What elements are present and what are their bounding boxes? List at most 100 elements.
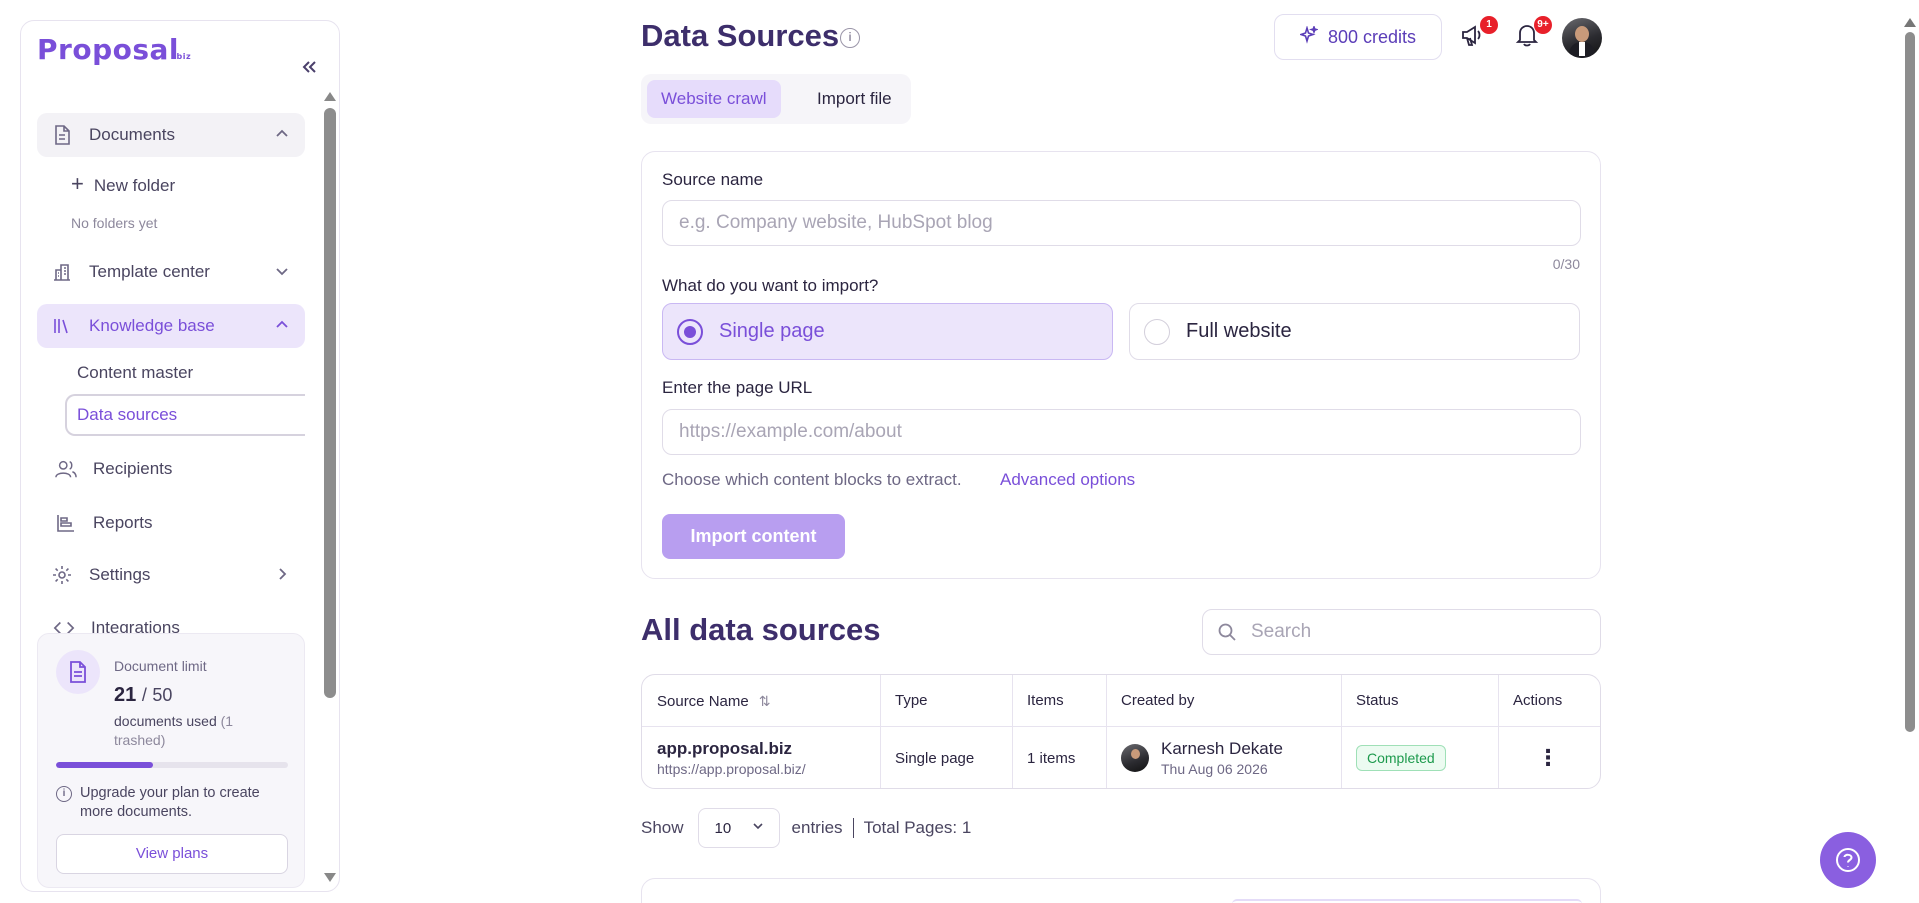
source-name-label: Source name xyxy=(662,170,764,189)
info-icon[interactable]: i xyxy=(840,28,860,48)
radio-selected-icon xyxy=(677,318,703,345)
source-type-tabs: Website crawl Import file xyxy=(641,74,911,124)
creator-name: Karnesh Dekate xyxy=(1161,739,1283,758)
logo[interactable]: Proposal.biz xyxy=(37,33,191,66)
scroll-down-arrow[interactable] xyxy=(324,873,336,882)
source-name-input[interactable]: e.g. Company website, HubSpot blog xyxy=(662,200,1581,246)
help-button[interactable] xyxy=(1820,832,1876,888)
avatar xyxy=(1121,744,1149,772)
document-limit-progress xyxy=(56,762,288,768)
chevron-up-icon xyxy=(273,316,291,334)
no-folders-text: No folders yet xyxy=(71,215,158,231)
avatar-face xyxy=(1575,26,1589,42)
page-url-input[interactable]: https://example.com/about xyxy=(662,409,1581,455)
sidebar-item-documents[interactable]: Documents xyxy=(37,113,305,157)
search-icon xyxy=(1217,622,1237,642)
cell-type: Single page xyxy=(895,749,975,767)
document-limit-title: Document limit xyxy=(114,658,207,674)
sidebar-item-reports[interactable]: Reports xyxy=(37,501,305,545)
sidebar-item-knowledge-base[interactable]: Knowledge base xyxy=(37,304,305,348)
view-plans-button[interactable]: View plans xyxy=(56,834,288,874)
chevron-down-icon xyxy=(273,262,291,280)
document-limit-card: Document limit 21 / 50 documents used (1… xyxy=(37,633,305,888)
data-sources-table: Source Name ⇅ Type Items Created by Statu… xyxy=(641,674,1601,789)
sidebar-item-label: Data sources xyxy=(77,405,178,424)
sidebar-item-label: Recipients xyxy=(93,459,173,478)
cell-items: 1 items xyxy=(1027,749,1076,767)
documents-used-count: 21 xyxy=(114,684,137,706)
column-header-actions: Actions xyxy=(1513,692,1563,709)
credits-button[interactable]: 800 credits xyxy=(1274,14,1442,60)
search-input[interactable]: Search xyxy=(1202,609,1601,655)
column-label: Source Name xyxy=(657,693,749,710)
cell-created-by: Karnesh Dekate Thu Aug 06 2026 xyxy=(1106,727,1283,788)
created-date: Thu Aug 06 2026 xyxy=(1161,761,1268,777)
full-website-label: Full website xyxy=(1186,320,1292,342)
scroll-thumb[interactable] xyxy=(1905,32,1915,732)
all-data-sources-title: All data sources xyxy=(641,612,881,647)
megaphone-icon[interactable]: 1 xyxy=(1460,16,1498,52)
documents-used-text: documents used (1 trashed) xyxy=(114,712,284,750)
source-url: https://app.proposal.biz/ xyxy=(657,761,806,777)
help-icon xyxy=(1836,848,1860,872)
advanced-options-link[interactable]: Advanced options xyxy=(1000,470,1135,490)
document-limit-count: 21 / 50 xyxy=(114,684,172,707)
entries-label: entries xyxy=(791,818,843,837)
show-label: Show xyxy=(641,818,684,837)
sidebar-item-label: Knowledge base xyxy=(89,316,215,335)
new-folder-button[interactable]: + New folder xyxy=(71,171,175,197)
sidebar-item-settings[interactable]: Settings xyxy=(37,553,305,597)
progress-fill xyxy=(56,762,154,768)
total-pages: Total Pages: 1 xyxy=(863,818,972,837)
plus-icon: + xyxy=(71,171,84,196)
column-header-source-name[interactable]: Source Name ⇅ xyxy=(642,675,770,727)
documents-used-label: documents used xyxy=(114,713,217,729)
sort-icon[interactable]: ⇅ xyxy=(759,675,771,727)
bell-icon[interactable]: 9+ xyxy=(1514,16,1552,52)
full-website-radio[interactable]: Full website xyxy=(1129,303,1580,360)
kebab-menu-icon[interactable]: ⋮ xyxy=(1537,745,1559,771)
sidebar-item-label: Documents xyxy=(89,125,175,144)
new-folder-label: New folder xyxy=(93,176,176,195)
cell-status: Completed xyxy=(1341,727,1446,788)
chevron-right-icon xyxy=(273,565,291,583)
single-page-radio[interactable]: Single page xyxy=(662,303,1113,360)
scroll-up-arrow[interactable] xyxy=(1904,18,1916,27)
import-question-label: What do you want to import? xyxy=(662,276,879,295)
sidebar-item-content-master[interactable]: Content master xyxy=(77,363,193,383)
single-page-label: Single page xyxy=(719,320,825,342)
credits-label: 800 credits xyxy=(1327,26,1417,47)
search-placeholder: Search xyxy=(1251,621,1312,642)
radio-unselected-icon xyxy=(1144,318,1170,345)
limit-slash: / xyxy=(141,685,147,705)
pagination-bar: Show 10 entries Total Pages: 1 xyxy=(641,808,971,848)
document-icon xyxy=(51,124,73,146)
sidebar-scrollbar[interactable] xyxy=(324,92,336,882)
page-scrollbar[interactable] xyxy=(1904,18,1916,888)
document-icon xyxy=(56,650,100,694)
divider xyxy=(852,818,854,838)
source-name: app.proposal.biz xyxy=(657,739,793,758)
sidebar-item-data-sources[interactable]: Data sources xyxy=(65,394,305,436)
avatar[interactable] xyxy=(1562,18,1602,58)
sidebar-item-template-center[interactable]: Template center xyxy=(37,250,305,294)
tab-website-crawl[interactable]: Website crawl xyxy=(647,80,781,118)
reports-icon xyxy=(55,512,77,534)
column-header-items: Items xyxy=(1027,692,1064,709)
sidebar-item-label: Template center xyxy=(89,262,210,281)
sidebar-item-recipients[interactable]: Recipients xyxy=(37,447,305,491)
upgrade-text: Upgrade your plan to create more documen… xyxy=(80,785,260,820)
page-size-select[interactable]: 10 xyxy=(697,808,780,848)
scroll-thumb[interactable] xyxy=(324,108,336,698)
column-divider xyxy=(1498,675,1499,788)
tab-import-file[interactable]: Import file xyxy=(803,80,906,118)
card-inner xyxy=(1232,899,1582,903)
scroll-up-arrow[interactable] xyxy=(324,92,336,101)
page-url-label: Enter the page URL xyxy=(662,378,813,397)
collapse-sidebar-icon[interactable] xyxy=(297,57,321,81)
info-icon: i xyxy=(56,786,72,802)
library-icon xyxy=(51,315,73,337)
sidebar-item-label: Settings xyxy=(89,565,151,584)
page-size-value: 10 xyxy=(714,819,732,837)
import-content-button[interactable]: Import content xyxy=(662,514,845,559)
